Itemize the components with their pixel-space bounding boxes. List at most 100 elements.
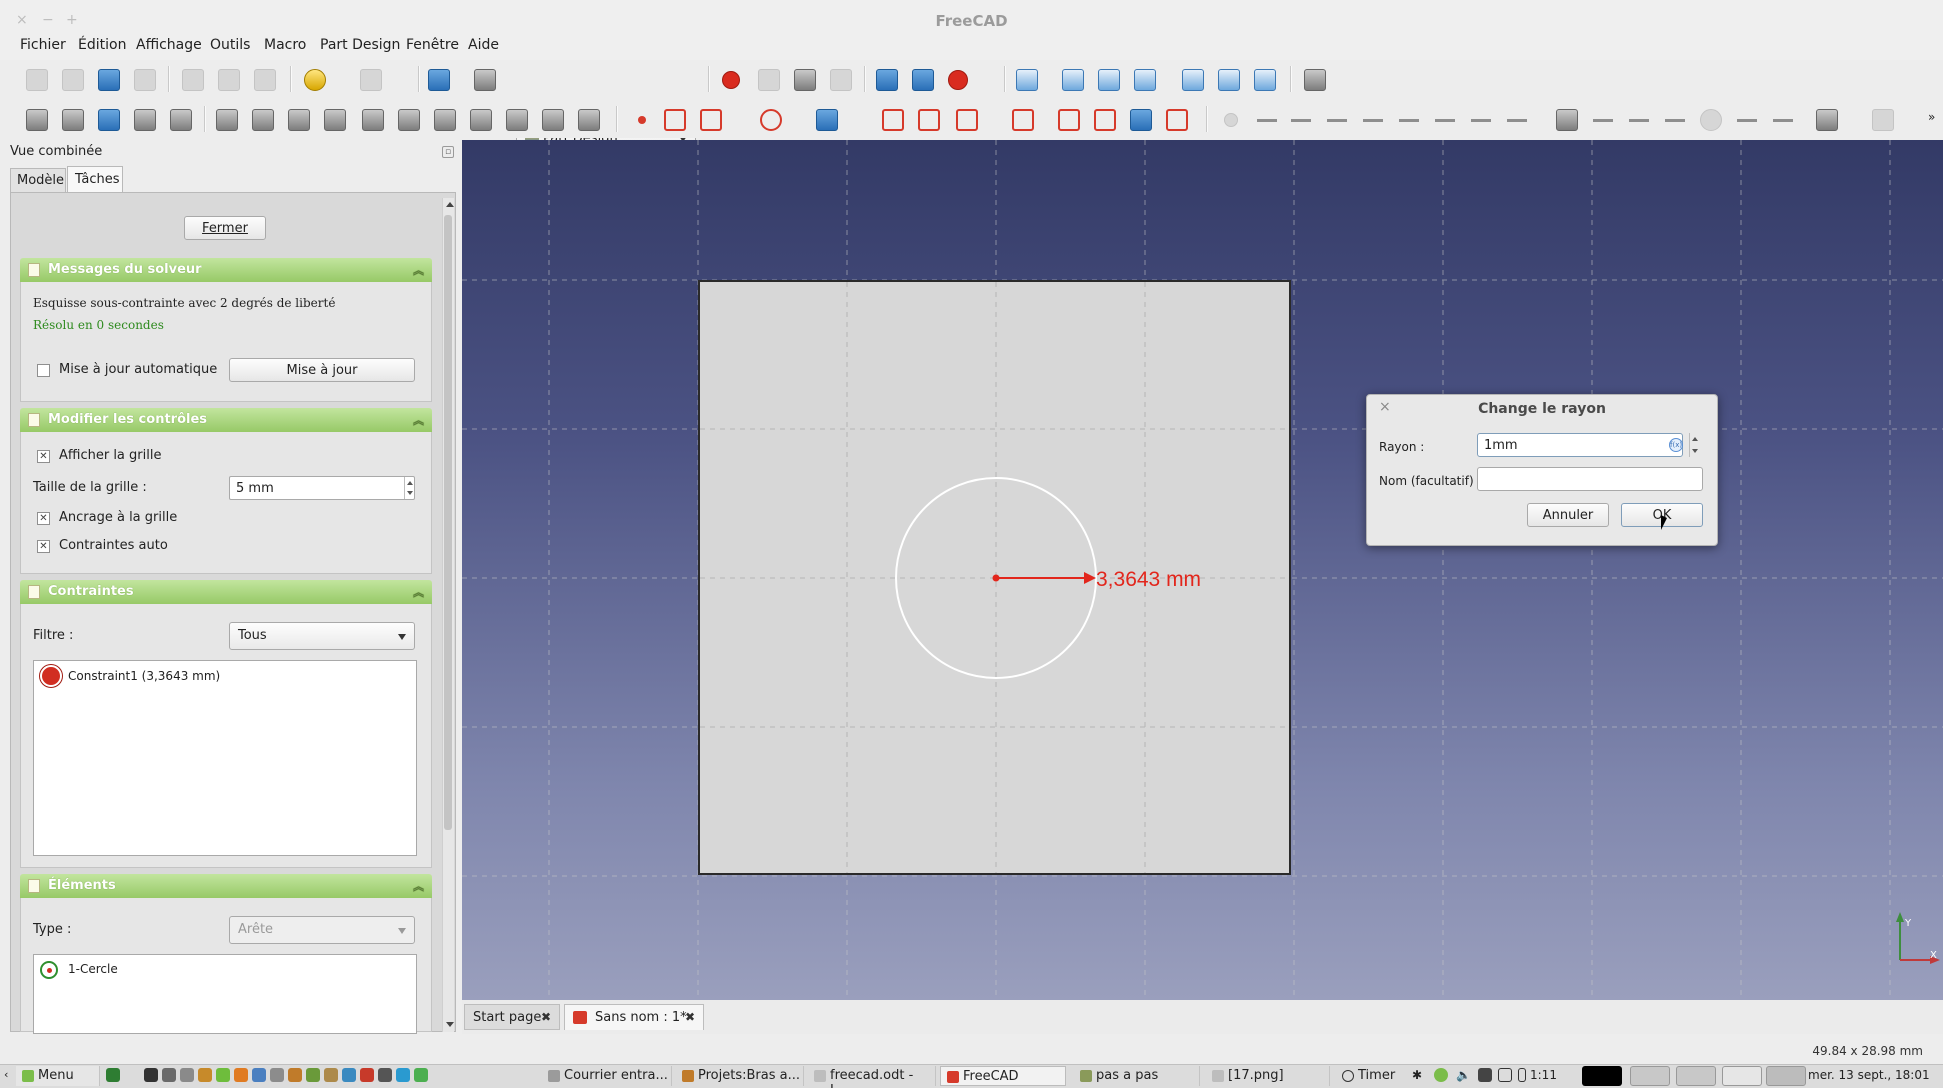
measure-icon[interactable] xyxy=(1304,69,1326,91)
cancel-button[interactable]: Annuler xyxy=(1527,503,1609,527)
app-launcher-icon[interactable] xyxy=(306,1068,320,1082)
collapse-icon[interactable]: ︽ xyxy=(413,412,424,428)
timer-widget[interactable]: Timer xyxy=(1336,1066,1414,1086)
taskbar-item-freecad[interactable]: FreeCAD xyxy=(940,1066,1066,1086)
view-bottom-icon[interactable] xyxy=(1218,69,1240,91)
name-input[interactable] xyxy=(1477,467,1703,491)
fit-all-icon[interactable] xyxy=(876,69,898,91)
refresh-icon[interactable] xyxy=(428,69,450,91)
float-panel-icon[interactable]: ▫ xyxy=(442,146,454,158)
firefox-icon[interactable] xyxy=(234,1068,248,1082)
collapse-icon[interactable]: ︽ xyxy=(413,584,424,600)
workspace-2[interactable] xyxy=(1676,1066,1716,1086)
list-item[interactable]: Constraint1 (3,3643 mm) xyxy=(38,665,408,689)
menu-part-design[interactable]: Part Design xyxy=(320,37,400,53)
mirrored-icon[interactable] xyxy=(470,109,492,131)
polygon-icon[interactable] xyxy=(956,109,978,131)
auto-constraints-checkbox[interactable]: ✕ xyxy=(37,540,50,553)
tray-preview[interactable] xyxy=(1582,1066,1622,1086)
save-icon[interactable] xyxy=(98,69,120,91)
constraint-equal-icon[interactable] xyxy=(1470,109,1492,131)
constraint-symmetric-icon[interactable] xyxy=(1506,109,1528,131)
whats-this-icon[interactable] xyxy=(474,69,496,91)
radius-dimension-label[interactable]: 3,3643 mm xyxy=(1096,568,1201,591)
bluetooth-icon[interactable]: ✱ xyxy=(1412,1068,1422,1082)
view-isometric-icon[interactable] xyxy=(1016,69,1038,91)
point-icon[interactable] xyxy=(638,116,646,124)
macro-record-icon[interactable] xyxy=(722,71,740,89)
print-icon[interactable] xyxy=(134,69,156,91)
constraint-vertical-distance-icon[interactable] xyxy=(1628,109,1650,131)
groove-icon[interactable] xyxy=(324,109,346,131)
undo-icon[interactable] xyxy=(304,69,326,91)
redo-icon[interactable] xyxy=(360,69,382,91)
type-select[interactable]: Arête xyxy=(229,916,415,944)
app-launcher-icon[interactable] xyxy=(378,1068,392,1082)
view-top-icon[interactable] xyxy=(1098,69,1120,91)
elements-section-header[interactable]: Éléments ︽ xyxy=(20,874,432,898)
constraint-horizontal-icon[interactable] xyxy=(1326,109,1348,131)
view-rear-icon[interactable] xyxy=(1182,69,1204,91)
rectangle-icon[interactable] xyxy=(918,109,940,131)
scroll-up-icon[interactable] xyxy=(446,202,454,207)
auto-update-checkbox[interactable] xyxy=(37,364,50,377)
arc-icon[interactable] xyxy=(700,109,722,131)
app-launcher-icon[interactable] xyxy=(342,1068,356,1082)
external-geometry-icon[interactable] xyxy=(1130,109,1152,131)
filter-select[interactable]: Tous xyxy=(229,622,415,650)
revolution-icon[interactable] xyxy=(288,109,310,131)
show-grid-checkbox[interactable]: ✕ xyxy=(37,450,50,463)
app-launcher-icon[interactable] xyxy=(288,1068,302,1082)
display-icon[interactable] xyxy=(1498,1068,1512,1082)
security-icon[interactable] xyxy=(1434,1068,1448,1082)
app-launcher-icon[interactable] xyxy=(414,1068,428,1082)
view-sketch-icon[interactable] xyxy=(98,109,120,131)
menu-outils[interactable]: Outils xyxy=(210,37,250,53)
workspace-4[interactable] xyxy=(1766,1066,1806,1086)
constraint-tangent-icon[interactable] xyxy=(1434,109,1456,131)
constraint-distance-icon[interactable] xyxy=(1664,109,1686,131)
3d-viewport[interactable]: 3,3643 mm Y X xyxy=(462,140,1943,1000)
collapse-icon[interactable]: ︽ xyxy=(413,878,424,894)
taskbar-item-17png[interactable]: [17.png] xyxy=(1206,1066,1330,1086)
polar-pattern-icon[interactable] xyxy=(542,109,564,131)
macro-stop-icon[interactable] xyxy=(758,69,780,91)
menu-edition[interactable]: Édition xyxy=(78,37,126,53)
scrollbar-thumb[interactable] xyxy=(444,215,452,830)
constraint-radius-icon[interactable] xyxy=(1700,109,1722,131)
new-sketch-icon[interactable] xyxy=(26,109,48,131)
app-launcher-icon[interactable] xyxy=(252,1068,266,1082)
app-launcher-icon[interactable] xyxy=(162,1068,176,1082)
constraint-vertical-icon[interactable] xyxy=(1290,109,1312,131)
pocket-icon[interactable] xyxy=(252,109,274,131)
draft-icon[interactable] xyxy=(434,109,456,131)
cut-icon[interactable] xyxy=(182,69,204,91)
constraint-angle-icon[interactable] xyxy=(1736,109,1758,131)
constraint-coincident-icon[interactable] xyxy=(1224,113,1238,127)
taskbar-item-freecad-odt[interactable]: freecad.odt - L... xyxy=(808,1066,936,1088)
constraint-perpendicular-icon[interactable] xyxy=(1398,109,1420,131)
start-menu-button[interactable]: Menu xyxy=(16,1066,100,1086)
app-launcher-icon[interactable] xyxy=(180,1068,194,1082)
menu-macro[interactable]: Macro xyxy=(264,37,306,53)
fit-selection-icon[interactable] xyxy=(912,69,934,91)
circle-icon[interactable] xyxy=(760,109,782,131)
fillet-sketch-icon[interactable] xyxy=(1058,109,1080,131)
pad-icon[interactable] xyxy=(216,109,238,131)
clock[interactable]: mer. 13 sept., 18:01 xyxy=(1808,1068,1930,1082)
menu-fichier[interactable]: Fichier xyxy=(20,37,66,53)
workspace-3[interactable] xyxy=(1722,1066,1762,1086)
taskbar-item-courrier[interactable]: Courrier entra... xyxy=(542,1066,672,1086)
menu-fenetre[interactable]: Fenêtre xyxy=(406,37,459,53)
app-launcher-icon[interactable] xyxy=(270,1068,284,1082)
battery-icon[interactable] xyxy=(1518,1068,1526,1082)
app-launcher-icon[interactable] xyxy=(324,1068,338,1082)
update-button[interactable]: Mise à jour xyxy=(229,358,415,382)
polyline-icon[interactable] xyxy=(882,109,904,131)
fillet-icon[interactable] xyxy=(362,109,384,131)
network-icon[interactable] xyxy=(1478,1068,1492,1082)
select-elements-icon[interactable] xyxy=(1872,109,1894,131)
macro-edit-icon[interactable] xyxy=(794,69,816,91)
app-launcher-icon[interactable] xyxy=(198,1068,212,1082)
volume-icon[interactable]: 🔈 xyxy=(1456,1068,1471,1082)
